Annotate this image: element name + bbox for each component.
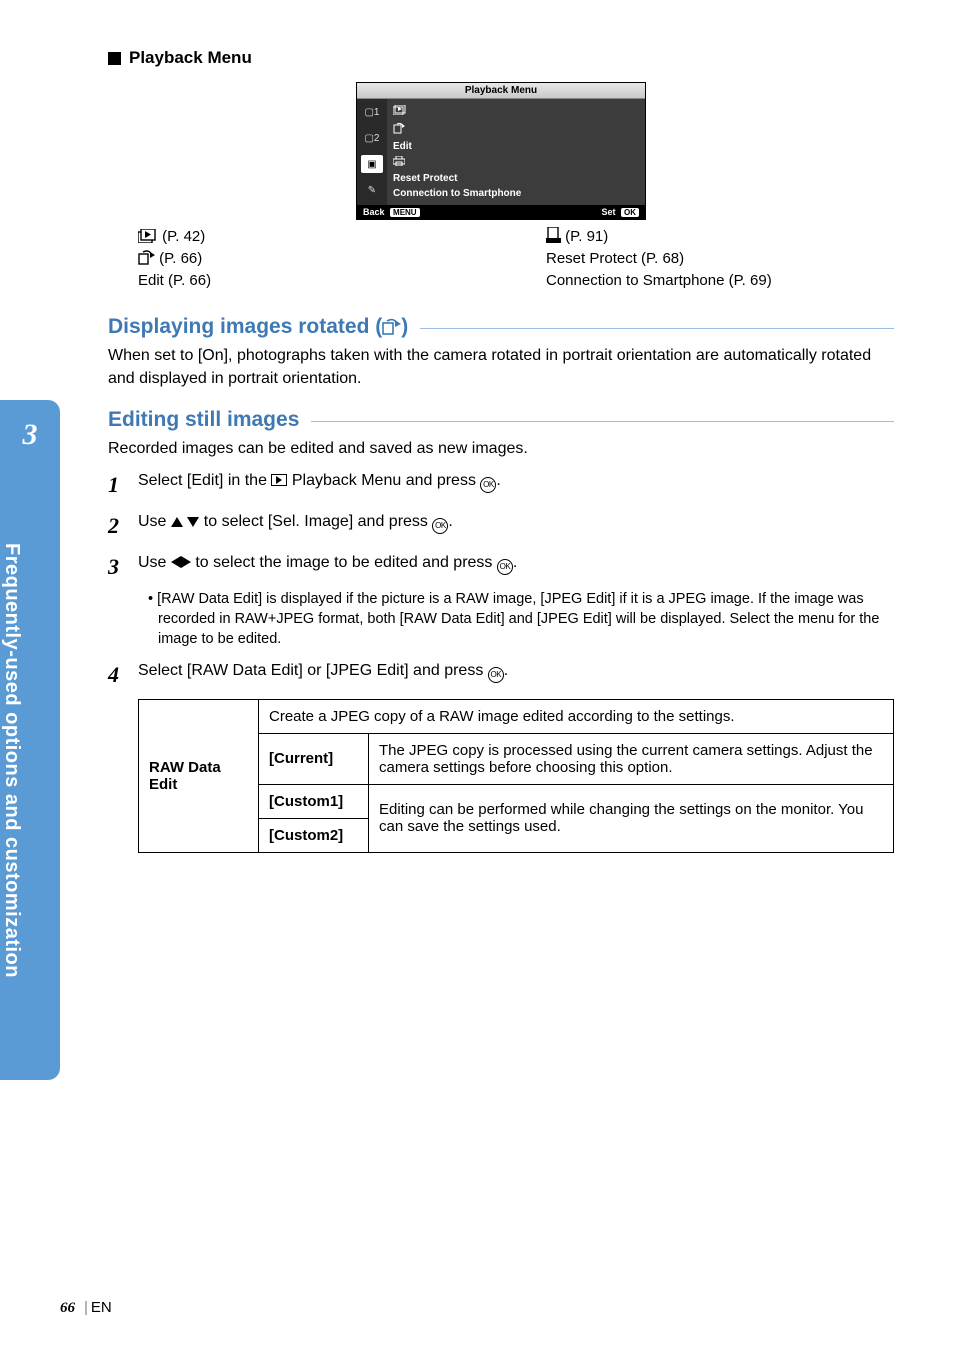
table-rowhead: RAW Data Edit xyxy=(139,699,259,852)
rotate-heading-icon xyxy=(382,318,401,335)
menu-back-btn-icon: MENU xyxy=(390,208,420,217)
side-tab: 3 Frequently-used options and customizat… xyxy=(0,400,60,1080)
side-label-wrap: Frequently-used options and customizatio… xyxy=(0,480,60,1040)
left-arrow-icon xyxy=(171,556,181,568)
menu-tab-icons: ▢1 ▢2 ▣ ✎ xyxy=(357,99,387,205)
chapter-number: 3 xyxy=(0,418,60,452)
option-current: [Current] xyxy=(259,733,369,784)
menu-body: ▢1 ▢2 ▣ ✎ Edit Reset Protec xyxy=(357,99,645,205)
step-3-bullet: • [RAW Data Edit] is displayed if the pi… xyxy=(148,589,894,650)
page-number: 66 xyxy=(60,1300,75,1316)
option-custom2: [Custom2] xyxy=(259,818,369,852)
step-number: 3 xyxy=(108,552,138,583)
table-desc: Create a JPEG copy of a RAW image edited… xyxy=(259,699,894,733)
menu-items: Edit Reset Protect Connection to Smartph… xyxy=(387,99,645,205)
step-4: 4 Select [RAW Data Edit] or [JPEG Edit] … xyxy=(108,660,894,691)
up-arrow-icon xyxy=(171,517,183,527)
menu-item-rotate xyxy=(393,120,639,139)
ref-rotate: (P. 66) xyxy=(138,248,486,270)
menu-tab-playback-icon: ▣ xyxy=(361,155,383,173)
heading-rule xyxy=(311,421,894,422)
page-content: Playback Menu Playback Menu ▢1 ▢2 ▣ ✎ xyxy=(0,0,954,853)
option-custom1: [Custom1] xyxy=(259,784,369,818)
menu-item-slideshow xyxy=(393,103,639,120)
square-bullet-icon xyxy=(108,52,121,65)
refs-left: (P. 42) (P. 66) Edit (P. 66) xyxy=(138,226,486,291)
ref-edit: Edit (P. 66) xyxy=(138,270,486,292)
menu-tab-shoot2-icon: ▢2 xyxy=(361,129,383,147)
step-1: 1 Select [Edit] in the Playback Menu and… xyxy=(108,470,894,501)
down-arrow-icon xyxy=(187,517,199,527)
step-2: 2 Use to select [Sel. Image] and press O… xyxy=(108,511,894,542)
menu-item-smartphone: Connection to Smartphone xyxy=(393,186,639,201)
option-current-desc: The JPEG copy is processed using the cur… xyxy=(369,733,894,784)
page-footer: 66|EN xyxy=(60,1299,112,1317)
ref-slideshow: (P. 42) xyxy=(138,226,486,248)
ok-button-icon: OK xyxy=(488,667,504,683)
menu-title: Playback Menu xyxy=(357,83,645,99)
heading-rule xyxy=(420,328,894,329)
ok-button-icon: OK xyxy=(497,559,513,575)
print-order-icon xyxy=(546,227,561,243)
ref-reset-protect: Reset Protect (P. 68) xyxy=(546,248,894,270)
step-3: 3 Use to select the image to be edited a… xyxy=(108,552,894,583)
menu-references: (P. 42) (P. 66) Edit (P. 66) (P. 91) Res… xyxy=(108,226,894,291)
page-lang: EN xyxy=(91,1299,112,1316)
section-title: Playback Menu xyxy=(129,48,252,68)
step-number: 1 xyxy=(108,470,138,501)
playback-menu-icon xyxy=(271,474,287,486)
ok-button-icon: OK xyxy=(432,518,448,534)
rotate-icon xyxy=(138,250,155,265)
menu-tab-setup-icon: ✎ xyxy=(361,181,383,199)
menu-item-reset-protect: Reset Protect xyxy=(393,171,639,186)
menu-set: Set OK xyxy=(601,207,639,217)
ref-print: (P. 91) xyxy=(546,226,894,248)
step-number: 2 xyxy=(108,511,138,542)
menu-set-btn-icon: OK xyxy=(621,208,639,217)
section-heading: Playback Menu xyxy=(108,48,894,68)
right-arrow-icon xyxy=(181,556,191,568)
ref-smartphone: Connection to Smartphone (P. 69) xyxy=(546,270,894,292)
slideshow-icon xyxy=(138,229,158,243)
refs-right: (P. 91) Reset Protect (P. 68) Connection… xyxy=(546,226,894,291)
raw-edit-table: RAW Data Edit Create a JPEG copy of a RA… xyxy=(138,699,894,853)
menu-screenshot: Playback Menu ▢1 ▢2 ▣ ✎ Edit xyxy=(356,82,646,220)
menu-item-edit: Edit xyxy=(393,139,639,154)
option-custom-desc: Editing can be performed while changing … xyxy=(369,784,894,852)
heading-rotate: Displaying images rotated () xyxy=(108,315,894,339)
heading-edit-still: Editing still images xyxy=(108,408,894,432)
step-number: 4 xyxy=(108,660,138,691)
menu-item-print xyxy=(393,154,639,171)
rotate-description: When set to [On], photographs taken with… xyxy=(108,345,894,390)
ok-button-icon: OK xyxy=(480,477,496,493)
menu-footer: Back MENU Set OK xyxy=(357,205,645,219)
edit-description: Recorded images can be edited and saved … xyxy=(108,438,894,460)
menu-screenshot-wrap: Playback Menu ▢1 ▢2 ▣ ✎ Edit xyxy=(108,82,894,220)
menu-back: Back MENU xyxy=(363,207,420,217)
side-label: Frequently-used options and customizatio… xyxy=(0,543,23,978)
menu-tab-shoot1-icon: ▢1 xyxy=(361,103,383,121)
